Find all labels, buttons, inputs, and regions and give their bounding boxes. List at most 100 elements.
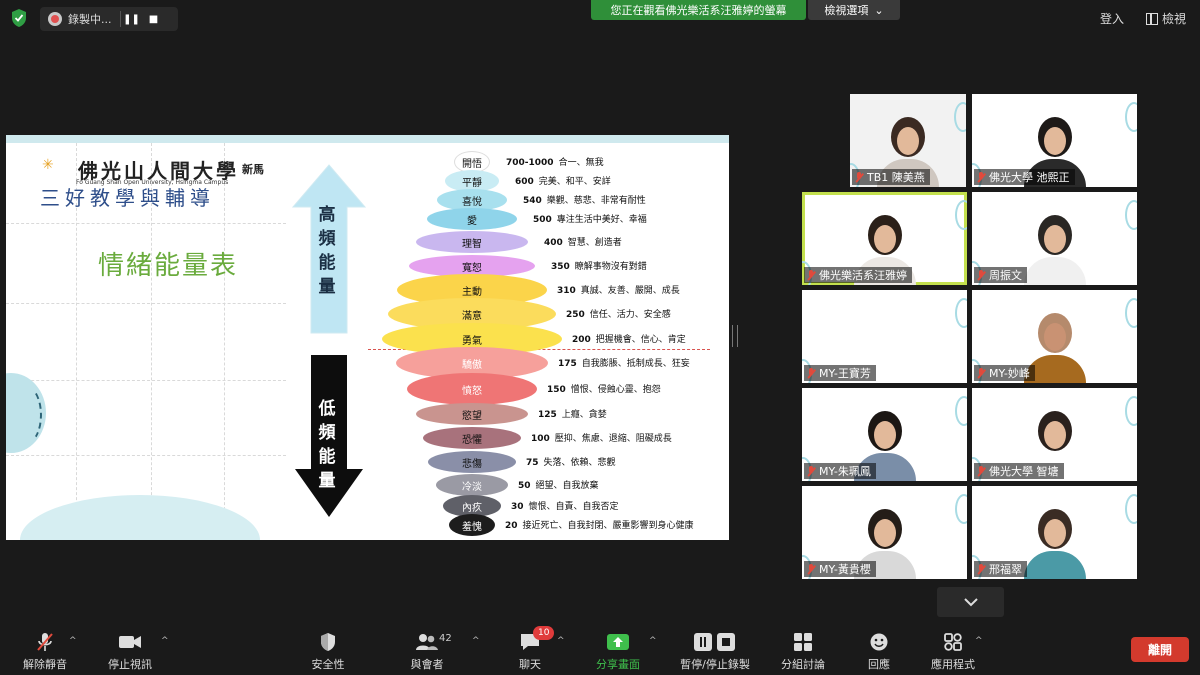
chat-options-caret[interactable]: ^ [557,636,565,646]
audio-options-caret[interactable]: ^ [69,636,77,646]
participant-name: MY-黃貴櫻 [819,563,871,576]
breakout-rooms-label: 分組討論 [781,658,825,671]
stop-recording-icon[interactable]: ■ [143,9,165,29]
view-label: 檢視 [1162,12,1187,26]
share-options-caret[interactable]: ^ [649,636,657,646]
participant-tile[interactable]: 周振文 [972,192,1137,285]
energy-level-value: 500 [533,215,552,225]
energy-level-row: 冷淡 50 絕望、自我放棄 [436,474,599,496]
energy-level-row: 憤怒 150 憎恨、侵蝕心靈、抱怨 [407,373,661,405]
video-camera-icon [118,631,142,653]
recording-icon [48,12,62,26]
chat-icon: 10 [519,626,555,653]
participant-name: 周振文 [989,269,1022,282]
participant-tile[interactable]: 佛光大學 智塘 [972,388,1137,481]
participant-tile[interactable]: 佛光大學 池熙正 [972,94,1137,187]
video-options-caret[interactable]: ^ [161,636,169,646]
energy-level-description: 失落、依賴、悲觀 [543,458,616,468]
leave-button[interactable]: 離開 [1131,637,1189,662]
energy-level-description: 真誠、友善、嚴開、成長 [580,286,680,296]
energy-level-description: 智慧、創造者 [567,238,622,248]
participant-name: MY-王寶芳 [819,367,871,380]
share-screen-label: 分享畫面 [596,658,640,671]
participant-name: 佛光樂活系汪雅婷 [819,269,907,282]
muted-mic-icon [977,465,985,477]
energy-level-row: 恐懼 100 壓抑、焦慮、退縮、阻礙成長 [423,427,672,449]
energy-level-name: 寬恕 [462,262,482,274]
participant-nameplate: 周振文 [974,267,1027,283]
chat-unread-badge: 10 [533,626,555,640]
energy-level-row: 愛 500 專注生活中美好、幸福 [427,208,647,230]
energy-level-value: 20 [505,521,518,531]
pause-stop-recording-button[interactable]: 暫停/停止錄製 [670,631,760,672]
participant-tile[interactable]: MY-王寶芳 [802,290,967,383]
energy-level-name: 主動 [462,286,482,298]
energy-level-value: 100 [531,434,550,444]
energy-level-name: 理智 [462,238,482,250]
participants-options-caret[interactable]: ^ [472,636,480,646]
energy-level-value: 125 [538,410,557,420]
energy-level-name: 冷淡 [462,481,482,493]
energy-level-value: 175 [558,359,577,369]
energy-level-name: 喜悅 [462,196,482,208]
gallery-scroll-down-button[interactable] [937,587,1004,617]
energy-level-value: 30 [511,502,524,512]
pause-stop-recording-label: 暫停/停止錄製 [680,658,750,671]
shield-icon[interactable] [10,8,28,28]
participant-nameplate: 邢福翠 [974,561,1027,577]
energy-level-name: 愛 [467,215,477,227]
pause-recording-icon[interactable]: ❚❚ [121,9,143,29]
view-options-button[interactable]: 檢視選項 ⌄ [808,0,900,20]
energy-level-name: 羞愧 [462,521,482,533]
participant-nameplate: 佛光大學 智塘 [974,463,1064,479]
energy-level-row: 開悟 700-1000 合一、無我 [454,151,604,173]
participant-tile[interactable]: TB1 陳美燕 [850,94,966,187]
participants-icon: 42 [415,631,452,653]
participant-tile[interactable]: 邢福翠 [972,486,1137,579]
view-button[interactable]: 檢視 [1146,10,1186,27]
participants-button[interactable]: 42 與會者 [382,631,472,672]
muted-mic-icon [807,367,815,379]
security-button[interactable]: 安全性 [283,631,373,672]
smile-icon [869,631,889,653]
participants-label: 與會者 [410,658,444,671]
energy-level-description: 接近死亡、自我封閉、嚴重影響到身心健康 [522,521,694,531]
participant-tile[interactable]: 佛光樂活系汪雅婷 [802,192,967,285]
energy-level-value: 75 [526,458,539,468]
energy-level-row: 滿意 250 信任、活力、安全感 [388,298,671,330]
chevron-down-icon [963,597,978,606]
energy-level-row: 悲傷 75 失落、依賴、悲觀 [428,451,616,473]
course-title: 三好教學與輔導 [40,186,215,210]
participant-name: 佛光大學 智塘 [989,465,1059,478]
energy-level-value: 540 [523,196,542,206]
energy-level-value: 600 [515,177,534,187]
login-button[interactable]: 登入 [1100,10,1124,27]
energy-level-row: 喜悅 540 樂觀、慈悲、非常有耐性 [437,189,646,211]
participant-nameplate: MY-王寶芳 [804,365,876,381]
energy-level-description: 上癮、貪婪 [561,410,607,420]
muted-mic-icon [807,269,815,281]
apps-button[interactable]: 應用程式 [908,631,998,672]
apps-options-caret[interactable]: ^ [975,636,983,646]
energy-level-name: 勇氣 [462,335,482,347]
pause-stop-recording-icon [693,631,737,653]
energy-level-value: 350 [551,262,570,272]
energy-level-name: 開悟 [462,158,482,170]
participant-tile[interactable]: MY-朱珮鳳 [802,388,967,481]
participant-tile[interactable]: MY-黃貴櫻 [802,486,967,579]
chat-label: 聊天 [519,658,541,671]
energy-level-description: 自我膨脹、抵制成長、狂妄 [581,359,690,369]
resize-handle[interactable] [732,325,738,347]
apps-label: 應用程式 [931,658,975,671]
participants-count: 42 [439,633,452,644]
participant-name: TB1 陳美燕 [867,171,925,184]
energy-level-value: 400 [544,238,563,248]
energy-level-description: 合一、無我 [558,158,604,168]
energy-level-row: 主動 310 真誠、友善、嚴開、成長 [397,274,680,306]
share-screen-icon [606,631,630,653]
energy-level-row: 平靜 600 完美、和平、安詳 [445,170,611,192]
participant-tile[interactable]: MY-妙峰 [972,290,1137,383]
energy-level-name: 內疚 [462,502,482,514]
energy-level-description: 憎恨、侵蝕心靈、抱怨 [570,385,661,395]
recording-indicator: 錄製中... ❚❚ ■ [40,7,178,31]
